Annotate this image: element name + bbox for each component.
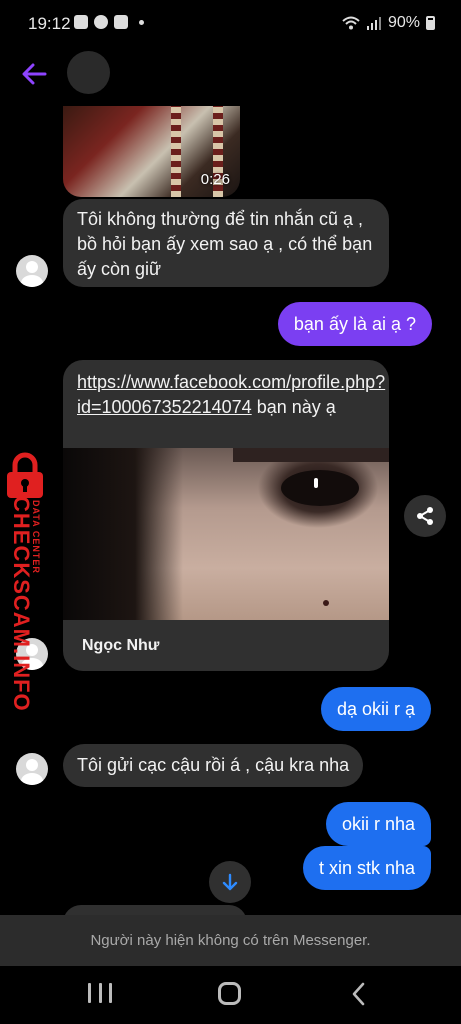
image-detail bbox=[63, 448, 183, 620]
video-attachment[interactable]: 0:26 bbox=[63, 106, 240, 197]
link-preview-message[interactable]: https://www.facebook.com/profile.php?id=… bbox=[63, 360, 389, 671]
status-time: 19:12 bbox=[28, 14, 71, 33]
more-notifications-icon bbox=[139, 19, 144, 25]
lock-icon bbox=[7, 452, 43, 498]
status-bar: 19:12 90% bbox=[0, 0, 461, 48]
battery-icon bbox=[426, 16, 435, 30]
profile-link[interactable]: https://www.facebook.com/profile.php?id=… bbox=[77, 372, 385, 417]
message-text: Tôi gửi cạc cậu rồi á , cậu kra nha bbox=[77, 755, 350, 775]
video-frame-detail bbox=[171, 106, 181, 197]
outgoing-message[interactable]: okii r nha bbox=[325, 802, 431, 846]
nav-home-icon[interactable] bbox=[218, 982, 241, 1005]
wifi-icon bbox=[342, 16, 360, 30]
image-detail bbox=[281, 470, 359, 506]
incoming-message[interactable]: Tôi gửi cạc cậu rồi á , cậu kra nha bbox=[63, 744, 364, 787]
message-text: bạn ấy là ai ạ ? bbox=[293, 314, 416, 334]
video-duration: 0:26 bbox=[200, 171, 230, 188]
watermark: CHECKSCAM.INFO DATA CENTER bbox=[0, 452, 54, 712]
message-text: dạ okii r ạ bbox=[336, 699, 415, 719]
notice-text: Người này hiện không có trên Messenger. bbox=[90, 932, 371, 949]
link-message-text: https://www.facebook.com/profile.php?id=… bbox=[77, 370, 385, 420]
link-preview-image[interactable] bbox=[63, 448, 389, 620]
watermark-sub-text: DATA CENTER bbox=[31, 500, 41, 574]
message-text: t xin stk nha bbox=[318, 858, 415, 878]
contact-avatar[interactable] bbox=[67, 51, 110, 94]
image-detail bbox=[323, 600, 329, 606]
unavailable-notice: Người này hiện không có trên Messenger. bbox=[0, 915, 461, 966]
chat-header bbox=[0, 48, 461, 100]
link-suffix-text: bạn này ạ bbox=[251, 397, 336, 417]
share-button[interactable] bbox=[404, 495, 446, 537]
outgoing-message[interactable]: t xin stk nha bbox=[302, 846, 431, 890]
scroll-down-icon bbox=[222, 873, 238, 891]
message-text: Tôi không thường để tin nhắn cũ ạ , bồ h… bbox=[77, 209, 373, 279]
gallery-notification-icon bbox=[74, 15, 88, 29]
image-detail bbox=[314, 478, 318, 488]
status-notification-icons bbox=[74, 15, 144, 29]
battery-percent: 90% bbox=[387, 14, 420, 31]
message-text: okii r nha bbox=[341, 814, 415, 834]
chat-notification-icon bbox=[114, 15, 128, 29]
system-nav-bar bbox=[0, 966, 461, 1024]
scroll-to-bottom-button[interactable] bbox=[209, 861, 251, 903]
back-button[interactable] bbox=[18, 58, 50, 90]
incoming-message[interactable]: Tôi không thường để tin nhắn cũ ạ , bồ h… bbox=[63, 199, 389, 287]
facebook-notification-icon bbox=[94, 15, 108, 29]
sender-avatar[interactable] bbox=[16, 255, 48, 287]
back-arrow-icon bbox=[22, 63, 47, 85]
image-detail bbox=[233, 448, 389, 462]
status-right: 90% bbox=[342, 14, 435, 32]
signal-icon bbox=[366, 17, 381, 30]
nav-back-icon[interactable] bbox=[347, 981, 371, 1007]
share-icon bbox=[417, 507, 433, 525]
outgoing-message[interactable]: dạ okii r ạ bbox=[320, 687, 431, 731]
outgoing-message[interactable]: bạn ấy là ai ạ ? bbox=[277, 302, 432, 346]
sender-avatar[interactable] bbox=[16, 753, 48, 785]
nav-recent-icon[interactable] bbox=[88, 983, 112, 1005]
link-preview-title: Ngọc Như bbox=[82, 637, 160, 654]
